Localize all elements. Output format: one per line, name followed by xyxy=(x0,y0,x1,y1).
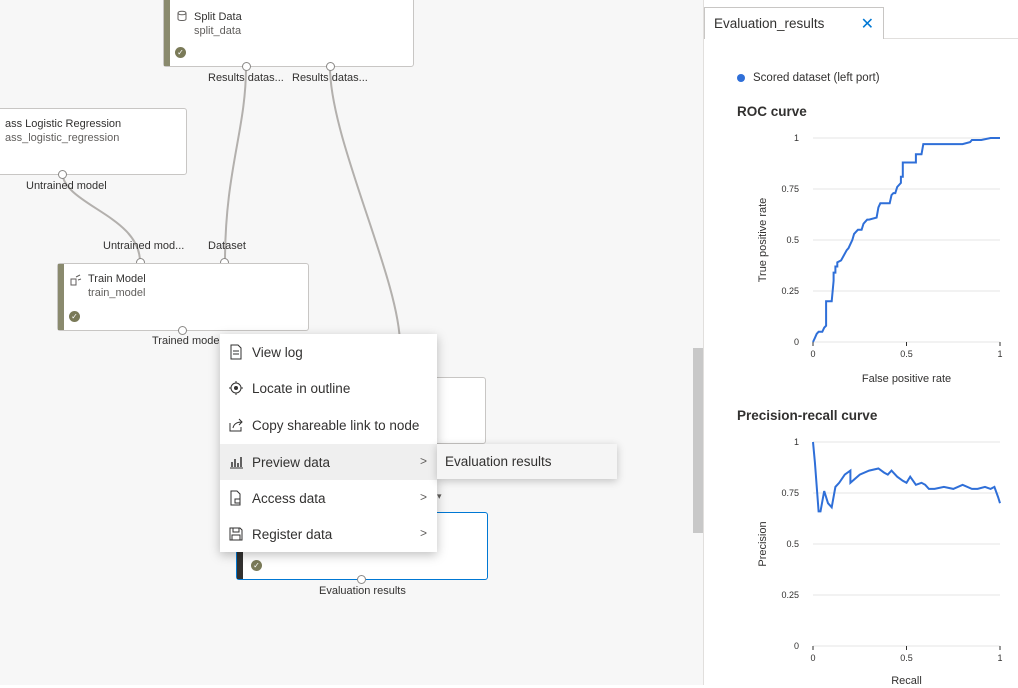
y-axis-label: True positive rate xyxy=(757,198,769,283)
node-title: Split Data xyxy=(194,11,242,23)
train-model-node[interactable]: Train Model train_model ✓ xyxy=(57,263,309,331)
close-icon[interactable]: ✕ xyxy=(861,14,874,34)
y-tick-label: 0.25 xyxy=(781,590,799,600)
chart-icon xyxy=(228,454,244,470)
x-tick-label: 0 xyxy=(810,349,815,359)
context-menu: View log Locate in outline Copy shareabl… xyxy=(220,334,437,552)
submenu-evaluation-results[interactable]: Evaluation results xyxy=(437,444,617,479)
logistic-regression-node[interactable]: ass Logistic Regression ass_logistic_reg… xyxy=(0,108,187,175)
save-icon xyxy=(228,526,244,542)
chevron-right-icon: > xyxy=(419,454,427,468)
chevron-right-icon: > xyxy=(419,490,427,504)
node-subtitle: split_data xyxy=(194,25,242,37)
legend-label: Scored dataset (left port) xyxy=(753,72,880,84)
pr-chart-title: Precision-recall curve xyxy=(737,408,878,423)
y-tick-label: 0 xyxy=(794,641,799,651)
menu-item-access-data[interactable]: Access data > xyxy=(220,480,437,516)
port-label: Untrained mod... xyxy=(103,240,185,252)
x-tick-label: 1 xyxy=(997,349,1002,359)
menu-item-label: Locate in outline xyxy=(252,380,351,396)
port-label: Trained model xyxy=(152,335,222,347)
share-icon xyxy=(228,417,244,433)
chevron-right-icon: > xyxy=(419,526,427,540)
menu-item-preview-data[interactable]: Preview data > xyxy=(220,444,437,480)
y-axis-label: Precision xyxy=(757,521,769,566)
menu-item-label: Preview data xyxy=(252,454,331,470)
y-tick-label: 0 xyxy=(794,337,799,347)
train-icon xyxy=(70,274,82,286)
output-port[interactable] xyxy=(326,62,335,71)
y-tick-label: 0.25 xyxy=(781,286,799,296)
y-tick-label: 0.75 xyxy=(781,488,799,498)
x-tick-label: 1 xyxy=(997,653,1002,663)
completed-check-icon: ✓ xyxy=(251,560,262,571)
port-label: Evaluation results xyxy=(319,585,406,597)
file-lock-icon xyxy=(228,490,244,506)
database-icon xyxy=(177,10,187,21)
tab-evaluation-results[interactable]: Evaluation_results ✕ xyxy=(704,7,884,39)
output-port[interactable] xyxy=(178,326,187,335)
wire-split-to-eval xyxy=(329,66,401,346)
port-label: Results datas... xyxy=(292,72,368,84)
tab-title: Evaluation_results xyxy=(714,16,825,31)
node-title: Train Model xyxy=(88,273,146,285)
submenu-item-label: Evaluation results xyxy=(445,454,552,469)
roc-chart-title: ROC curve xyxy=(737,104,807,119)
pr-chart: 0 0.25 0.5 0.75 1 0 0.5 1 Recall Precision xyxy=(757,437,1003,687)
node-subtitle: train_model xyxy=(88,287,146,299)
document-icon xyxy=(228,344,244,360)
menu-item-label: Copy shareable link to node xyxy=(252,417,420,433)
y-tick-label: 1 xyxy=(794,133,799,143)
node-status-stripe xyxy=(164,0,170,66)
chart-legend: Scored dataset (left port) xyxy=(737,72,880,84)
tab-divider xyxy=(884,38,1018,39)
node-status-stripe xyxy=(58,264,64,330)
wire-split-to-train xyxy=(224,66,247,263)
completed-check-icon: ✓ xyxy=(175,47,186,58)
menu-item-copy-link[interactable]: Copy shareable link to node xyxy=(220,407,437,443)
port-label: Dataset xyxy=(208,240,246,252)
y-tick-label: 0.5 xyxy=(786,235,799,245)
output-port[interactable] xyxy=(242,62,251,71)
menu-item-view-log[interactable]: View log xyxy=(220,334,437,370)
menu-item-register-data[interactable]: Register data > xyxy=(220,516,437,552)
x-tick-label: 0 xyxy=(810,653,815,663)
menu-item-locate-in-outline[interactable]: Locate in outline xyxy=(220,370,437,406)
x-axis-label: False positive rate xyxy=(862,373,951,385)
y-tick-label: 0.5 xyxy=(786,539,799,549)
port-label: Untrained model xyxy=(26,180,107,192)
menu-item-label: Access data xyxy=(252,490,326,506)
node-subtitle: ass_logistic_regression xyxy=(5,132,120,144)
canvas-scrollbar[interactable] xyxy=(693,348,703,533)
connector-arrow: ▾ xyxy=(437,491,442,501)
y-tick-label: 1 xyxy=(794,437,799,447)
output-port[interactable] xyxy=(58,170,67,179)
legend-dot xyxy=(737,74,745,82)
x-tick-label: 0.5 xyxy=(900,349,913,359)
completed-check-icon: ✓ xyxy=(69,311,80,322)
port-label: Results datas... xyxy=(208,72,284,84)
series-line xyxy=(812,441,1001,513)
menu-item-label: View log xyxy=(252,344,303,360)
locate-icon xyxy=(228,380,244,396)
y-tick-label: 0.75 xyxy=(781,184,799,194)
split-data-node[interactable]: Split Data split_data ✓ xyxy=(163,0,414,67)
roc-chart: 0 0.25 0.5 0.75 1 0 0.5 1 False positive rate Tru… xyxy=(757,133,1003,385)
output-port[interactable] xyxy=(357,575,366,584)
x-axis-label: Recall xyxy=(891,675,922,687)
pipeline-canvas[interactable]: Split Data split_data ✓ Results datas...… xyxy=(0,0,703,685)
node-title: ass Logistic Regression xyxy=(5,118,122,130)
results-panel: Evaluation_results ✕ Scored dataset (lef… xyxy=(703,0,1018,687)
x-tick-label: 0.5 xyxy=(900,653,913,663)
menu-item-label: Register data xyxy=(252,526,333,542)
